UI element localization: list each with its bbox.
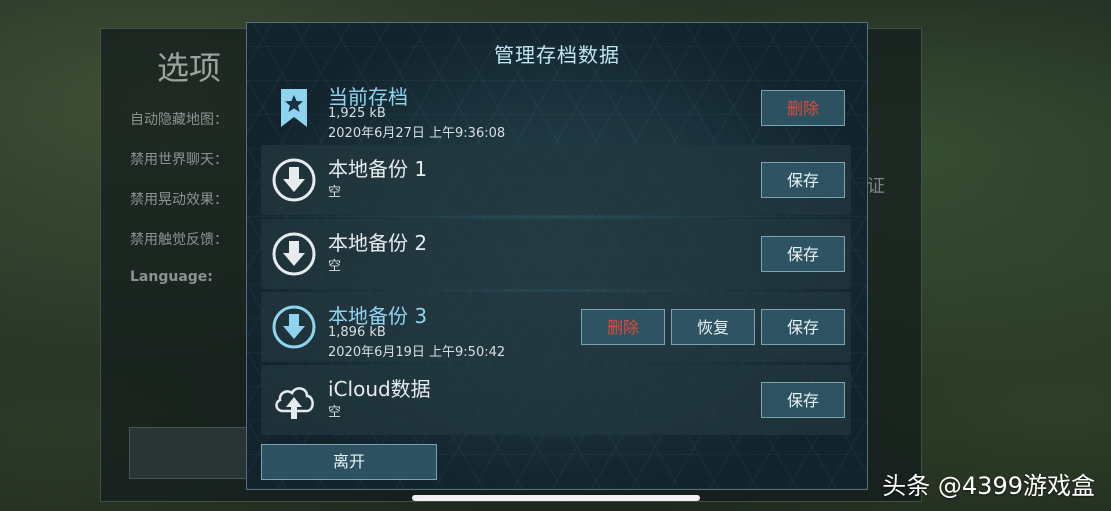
save-button[interactable]: 保存	[761, 236, 845, 272]
save-slot-icloud: iCloud数据 空 保存	[261, 365, 851, 435]
watermark-text: 头条 @4399游戏盒	[882, 472, 1095, 500]
delete-button[interactable]: 删除	[761, 90, 845, 126]
option-label-auto-hide-map: 自动隐藏地图：	[130, 112, 228, 128]
slot-name: iCloud数据	[328, 377, 431, 401]
slot-status: 空	[328, 405, 342, 420]
save-slot-local-backup-3: 本地备份 3 1,896 kB 2020年6月19日 上午9:50:42 删除 …	[261, 292, 851, 362]
save-button[interactable]: 保存	[761, 382, 845, 418]
slot-status: 空	[328, 185, 342, 200]
slot-status: 空	[328, 259, 342, 274]
save-slot-local-backup-2: 本地备份 2 空 保存	[261, 219, 851, 289]
option-label-disable-shake: 禁用晃动效果：	[130, 192, 228, 208]
options-bottom-button	[129, 427, 251, 479]
slot-date: 2020年6月19日 上午9:50:42	[328, 345, 506, 360]
slot-size: 1,925 kB	[328, 106, 386, 121]
manage-save-data-dialog: 管理存档数据 当前存档 1,925 kB 2020年6月27日 上午9:36:0…	[246, 22, 868, 490]
save-button[interactable]: 保存	[761, 309, 845, 345]
save-slot-current: 当前存档 1,925 kB 2020年6月27日 上午9:36:08 删除	[261, 73, 851, 143]
delete-button[interactable]: 删除	[581, 309, 665, 345]
slot-date: 2020年6月27日 上午9:36:08	[328, 126, 506, 141]
save-button[interactable]: 保存	[761, 162, 845, 198]
slot-name: 本地备份 1	[328, 157, 428, 181]
restore-button[interactable]: 恢复	[671, 309, 755, 345]
cloud-upload-icon	[271, 377, 317, 423]
download-circle-icon	[271, 231, 317, 277]
bookmark-star-icon	[271, 85, 317, 131]
options-title: 选项	[157, 49, 222, 87]
option-label-disable-haptics: 禁用触觉反馈：	[130, 232, 228, 248]
download-circle-icon	[271, 304, 317, 350]
option-label-disable-world-chat: 禁用世界聊天：	[130, 152, 228, 168]
slot-size: 1,896 kB	[328, 325, 386, 340]
dialog-title: 管理存档数据	[494, 43, 620, 67]
home-indicator[interactable]	[412, 495, 700, 501]
option-label-language: Language:	[130, 269, 213, 285]
download-circle-icon	[271, 157, 317, 203]
slot-name: 本地备份 2	[328, 231, 428, 255]
save-slot-local-backup-1: 本地备份 1 空 保存	[261, 145, 851, 215]
leave-button[interactable]: 离开	[261, 444, 437, 480]
